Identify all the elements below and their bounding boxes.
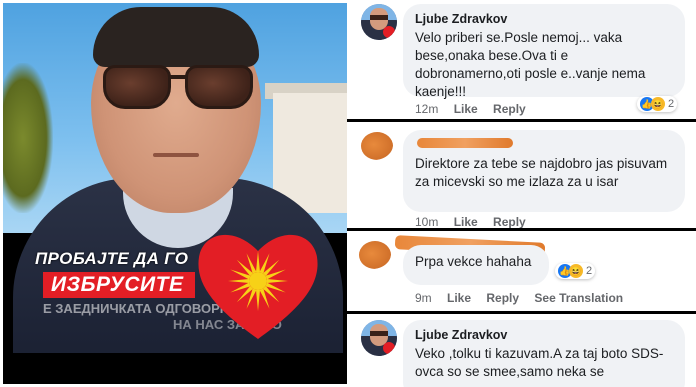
comment-text: Veko ,tolku ti kazuvam.A za taj boto SDS… — [415, 346, 664, 379]
heart-sun-emblem — [198, 234, 318, 339]
comment-bubble: Prpa vekce hahaha — [403, 245, 549, 285]
avatar[interactable] — [361, 4, 397, 40]
comment-text: Prpa vekce hahaha — [415, 254, 532, 269]
like-link[interactable]: Like — [454, 215, 478, 229]
tree — [3, 63, 53, 213]
comment-author[interactable]: Ljube Zdravkov — [415, 12, 673, 26]
comment-time[interactable]: 10m — [415, 215, 438, 229]
comment-text: Velo priberi se.Posle nemoj... vaka bese… — [415, 30, 646, 99]
comment-item: Direktore za tebe se najdobro jas pisuva… — [347, 122, 696, 230]
like-link[interactable]: Like — [447, 291, 471, 305]
haha-icon: 😆 — [569, 264, 583, 278]
reply-link[interactable]: Reply — [493, 102, 526, 116]
banner-line-2: ИЗБРУСИТЕ — [51, 273, 184, 296]
comment-item: Ljube Zdravkov Veko ,tolku ti kazuvam.A … — [347, 314, 696, 387]
comment-bubble: Ljube Zdravkov Veko ,tolku ti kazuvam.A … — [403, 320, 685, 387]
like-link[interactable]: Like — [454, 102, 478, 116]
comments-panel: Ljube Zdravkov Velo priberi se.Posle nem… — [347, 0, 696, 387]
right-lens — [185, 65, 253, 109]
comment-text: Direktore za tebe se najdobro jas pisuva… — [415, 156, 668, 189]
comment-actions: 9m Like Reply See Translation — [415, 291, 635, 305]
comment-bubble: Ljube Zdravkov Velo priberi se.Posle nem… — [403, 4, 685, 99]
reply-link[interactable]: Reply — [486, 291, 519, 305]
avatar-redacted[interactable] — [359, 128, 395, 164]
mouth — [153, 153, 199, 157]
hair — [93, 7, 259, 67]
comment-author[interactable]: Ljube Zdravkov — [415, 328, 673, 342]
comment-time[interactable]: 12m — [415, 102, 438, 116]
comment-actions: 12m Like Reply — [415, 102, 538, 116]
redaction-scribble — [417, 138, 513, 148]
reaction-count: 2 — [668, 98, 675, 110]
see-translation-link[interactable]: See Translation — [534, 291, 623, 305]
haha-icon: 😆 — [651, 97, 665, 111]
reaction-summary[interactable]: 👍 😆 2 — [555, 263, 596, 279]
comment-time[interactable]: 9m — [415, 291, 432, 305]
left-lens — [103, 65, 171, 109]
photo-bottom-bar — [3, 353, 347, 384]
comment-actions: 10m Like Reply — [415, 215, 538, 229]
comment-item: Prpa vekce hahaha 👍 😆 2 9m Like Reply Se… — [347, 231, 696, 311]
comment-bubble: Direktore za tebe se najdobro jas pisuva… — [403, 130, 685, 212]
reply-link[interactable]: Reply — [493, 215, 526, 229]
banner-line-1: ПРОБАЈТЕ ДА ГО — [35, 249, 189, 268]
comment-item: Ljube Zdravkov Velo priberi se.Posle nem… — [347, 0, 696, 120]
reaction-count: 2 — [586, 265, 593, 277]
avatar[interactable] — [361, 320, 397, 356]
profile-photo[interactable]: ПРОБАЈТЕ ДА ГО ИЗБРУСИТЕ Е ЗАЕДНИЧКАТА О… — [3, 3, 347, 384]
avatar-redacted[interactable] — [357, 237, 393, 273]
vergina-sun-icon — [228, 251, 288, 311]
reaction-summary[interactable]: 👍 😆 2 — [637, 96, 678, 112]
sunglasses — [103, 65, 253, 111]
